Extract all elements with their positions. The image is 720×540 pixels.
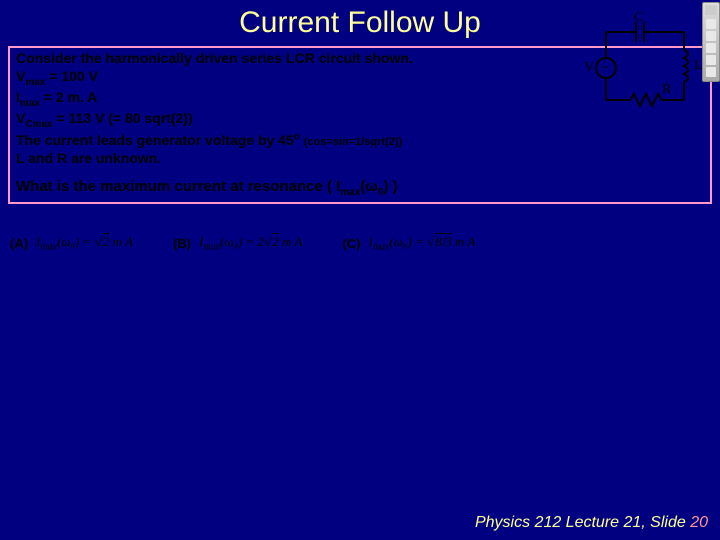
- vmax-sym: V: [16, 68, 25, 84]
- choice-c-label: (C): [342, 236, 360, 251]
- choice-a[interactable]: (A) Imax(ω₀) = √2 m A: [10, 234, 133, 253]
- q-post: ) ): [384, 178, 398, 195]
- c-arg: (ω₀) =: [389, 234, 427, 249]
- choice-b-label: (B): [173, 236, 191, 251]
- footer-lecture: Lecture 21, Slide: [561, 514, 690, 531]
- phase-a: The current leads generator voltage by 4…: [16, 132, 294, 148]
- q-mid: (ω: [360, 178, 378, 195]
- a-unit: m A: [109, 234, 133, 249]
- choice-b-math: Imax(ω₀) = 2√2 m A: [199, 234, 302, 253]
- question-text: What is the maximum current at resonance…: [16, 175, 704, 198]
- label-r: R: [662, 82, 671, 98]
- imax-val: = 2 m. A: [40, 89, 97, 105]
- circuit-diagram: C V ~ L R: [584, 10, 714, 140]
- vcmax-sub: Cmax: [25, 119, 52, 130]
- choice-b[interactable]: (B) Imax(ω₀) = 2√2 m A: [173, 234, 302, 253]
- footer: Physics 212 Lecture 21, Slide 20: [475, 514, 708, 532]
- vmax-val: = 100 V: [45, 68, 98, 84]
- c-root: 8/3: [434, 234, 452, 249]
- b-sub: max: [203, 242, 220, 253]
- circuit-svg: [584, 10, 714, 140]
- vmax-line: Vmax = 100 V: [16, 68, 98, 84]
- choices-row: (A) Imax(ω₀) = √2 m A (B) Imax(ω₀) = 2√2…: [10, 234, 710, 253]
- c-sub: max: [373, 242, 390, 253]
- vcmax-sym: V: [16, 110, 25, 126]
- a-arg: (ω₀) =: [57, 234, 95, 249]
- label-tilde: ~: [602, 60, 609, 75]
- label-v: V: [584, 60, 594, 76]
- imax-line: Imax = 2 m. A: [16, 89, 97, 105]
- vmax-sub: max: [25, 76, 45, 87]
- imax-sub: max: [20, 98, 40, 109]
- footer-course: Physics 212: [475, 514, 561, 531]
- phase-b: (cos=sin=1/sqrt(2)): [304, 136, 402, 148]
- b-arg: (ω₀) = 2: [220, 234, 264, 249]
- choice-c[interactable]: (C) Imax(ω₀) = √8/3 m A: [342, 234, 475, 253]
- vcmax-val: = 113 V (= 80 sqrt(2)): [53, 110, 193, 126]
- a-sub: max: [40, 242, 57, 253]
- choice-a-label: (A): [10, 236, 28, 251]
- b-root: 2: [271, 234, 279, 249]
- unknowns-line: L and R are unknown.: [16, 150, 161, 166]
- phase-deg: o: [294, 131, 300, 142]
- c-unit: m A: [452, 234, 476, 249]
- clicker-remote-icon: [702, 2, 720, 82]
- problem-line1: Consider the harmonically driven series …: [16, 50, 413, 66]
- b-unit: m A: [279, 234, 303, 249]
- q-pre: What is the maximum current at resonance…: [16, 178, 340, 195]
- label-c: C: [634, 10, 643, 26]
- footer-slide-number: 20: [690, 514, 708, 531]
- q-sub: max: [340, 187, 360, 198]
- phase-line: The current leads generator voltage by 4…: [16, 132, 402, 148]
- vcmax-line: VCmax = 113 V (= 80 sqrt(2)): [16, 110, 193, 126]
- choice-c-math: Imax(ω₀) = √8/3 m A: [368, 234, 475, 253]
- choice-a-math: Imax(ω₀) = √2 m A: [36, 234, 133, 253]
